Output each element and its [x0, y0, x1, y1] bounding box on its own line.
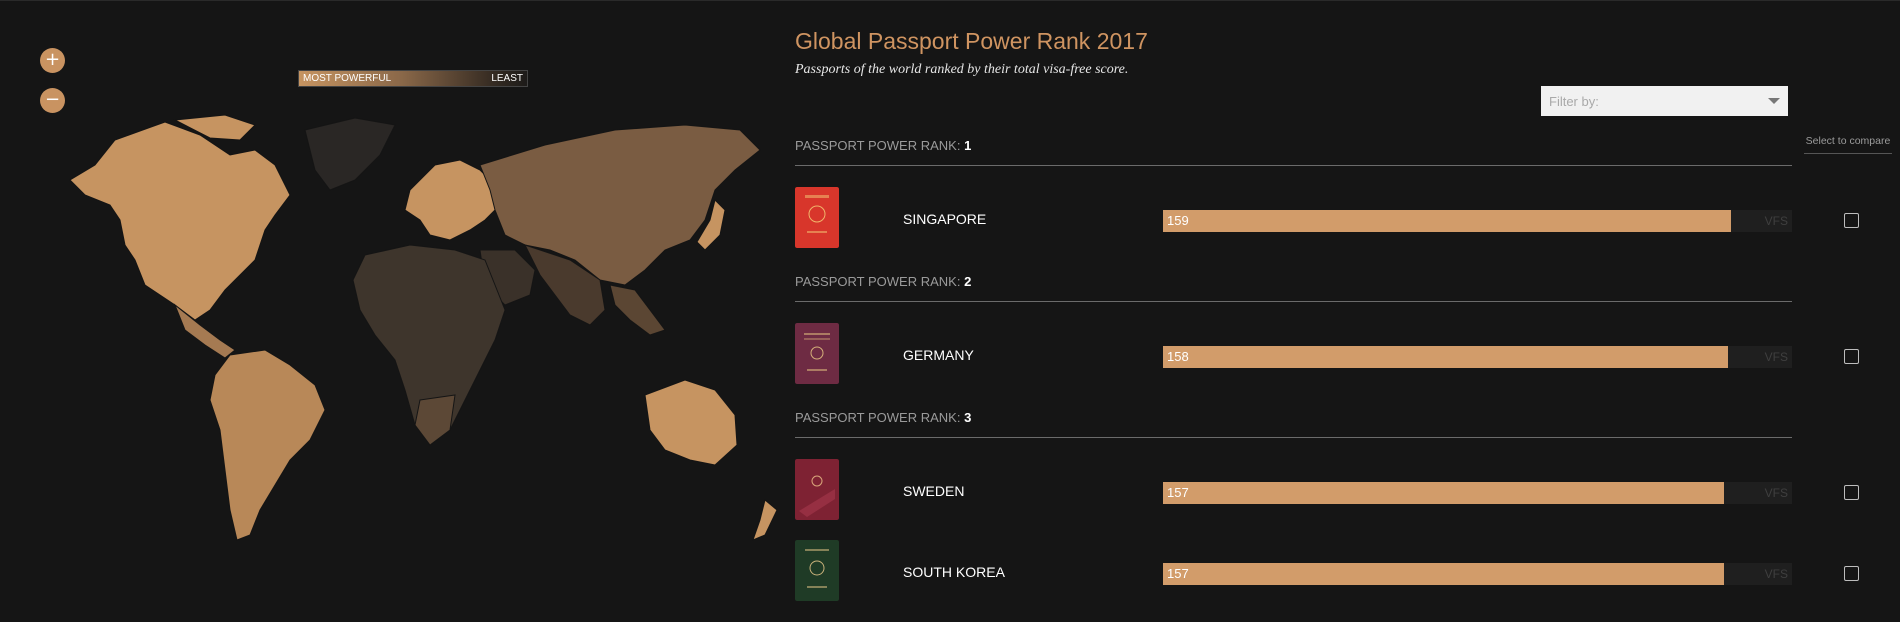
vfs-label: VFS	[1764, 486, 1788, 500]
score-bar-fill	[1163, 210, 1732, 232]
world-map[interactable]	[25, 110, 780, 550]
country-name: SWEDEN	[903, 483, 965, 499]
vfs-label: VFS	[1764, 567, 1788, 581]
country-row-south-korea: SOUTH KOREA 157 VFS	[795, 540, 1895, 602]
map-south-america[interactable]	[209, 349, 326, 541]
map-southeast-asia[interactable]	[609, 284, 666, 336]
passport-sweden-icon	[795, 459, 839, 520]
score-bar: 157 VFS	[1163, 563, 1792, 585]
rank-number: 3	[964, 410, 972, 425]
map-new-zealand[interactable]	[752, 499, 778, 541]
score-value: 158	[1167, 349, 1189, 364]
country-row-sweden: SWEDEN 157 VFS	[795, 459, 1895, 521]
vfs-label: VFS	[1764, 350, 1788, 364]
map-australia[interactable]	[644, 379, 738, 466]
score-value: 157	[1167, 566, 1189, 581]
score-bar: 158 VFS	[1163, 346, 1792, 368]
country-row-singapore: SINGAPORE 159 VFS	[795, 187, 1895, 249]
score-bar: 157 VFS	[1163, 482, 1792, 504]
compare-checkbox[interactable]	[1844, 213, 1859, 228]
rank-prefix: PASSPORT POWER RANK:	[795, 410, 961, 425]
filter-dropdown[interactable]: Filter by:	[1541, 86, 1788, 116]
rank-prefix: PASSPORT POWER RANK:	[795, 138, 961, 153]
country-name: SINGAPORE	[903, 211, 987, 227]
page-subtitle: Passports of the world ranked by their t…	[795, 62, 1129, 77]
score-bar-fill	[1163, 563, 1725, 585]
score-bar-fill	[1163, 482, 1725, 504]
score-bar: 159 VFS	[1163, 210, 1792, 232]
country-name: SOUTH KOREA	[903, 564, 1005, 580]
compare-checkbox[interactable]	[1844, 566, 1859, 581]
chevron-down-icon	[1768, 98, 1780, 104]
page-title: Global Passport Power Rank 2017	[795, 28, 1148, 54]
legend-most-label: MOST POWERFUL	[303, 73, 392, 84]
rank-number: 2	[964, 274, 972, 289]
compare-checkbox[interactable]	[1844, 349, 1859, 364]
passport-singapore-icon	[795, 187, 839, 248]
map-north-america[interactable]	[69, 121, 291, 321]
compare-checkbox[interactable]	[1844, 485, 1859, 500]
map-southern-africa[interactable]	[414, 394, 456, 446]
map-greenland[interactable]	[304, 117, 396, 191]
country-name: GERMANY	[903, 347, 974, 363]
zoom-in-button[interactable]: +	[40, 48, 65, 73]
rank-header-1: PASSPORT POWER RANK: 1	[795, 138, 1792, 166]
select-to-compare-label: Select to compare	[1804, 135, 1892, 154]
passport-germany-icon	[795, 323, 839, 384]
rank-number: 1	[964, 138, 972, 153]
map-legend: MOST POWERFUL LEAST	[298, 70, 528, 87]
country-row-germany: GERMANY 158 VFS	[795, 323, 1895, 385]
rank-header-3: PASSPORT POWER RANK: 3	[795, 410, 1792, 438]
rank-header-2: PASSPORT POWER RANK: 2	[795, 274, 1792, 302]
filter-placeholder: Filter by:	[1549, 93, 1599, 109]
score-value: 159	[1167, 213, 1189, 228]
passport-south-korea-icon	[795, 540, 839, 601]
score-value: 157	[1167, 485, 1189, 500]
rank-prefix: PASSPORT POWER RANK:	[795, 274, 961, 289]
legend-least-label: LEAST	[491, 73, 523, 84]
score-bar-fill	[1163, 346, 1728, 368]
vfs-label: VFS	[1764, 214, 1788, 228]
